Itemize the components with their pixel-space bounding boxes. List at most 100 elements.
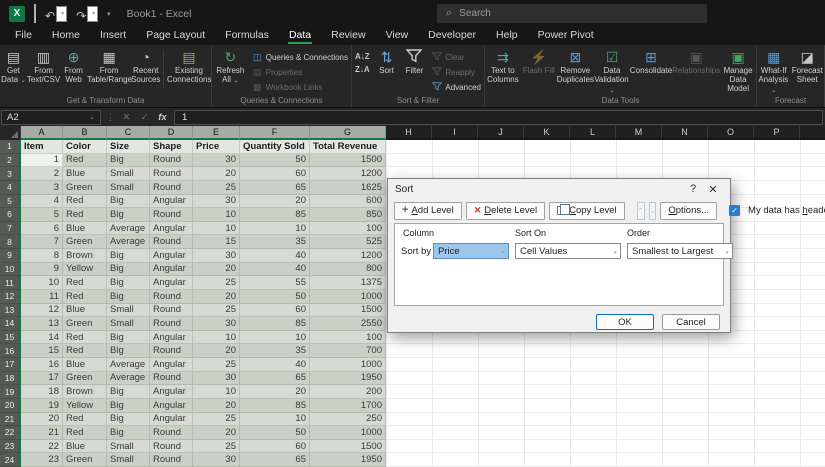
redo-dropdown-icon[interactable]: ▾ — [87, 6, 98, 22]
row-header-11[interactable]: 11 — [0, 276, 21, 290]
cell-A12[interactable]: 11 — [21, 290, 63, 304]
tab-view[interactable]: View — [376, 27, 419, 45]
cell-F23[interactable]: 60 — [240, 440, 310, 454]
tab-page-layout[interactable]: Page Layout — [136, 27, 215, 45]
cell-A10[interactable]: 9 — [21, 263, 63, 277]
cell-C4[interactable]: Small — [107, 181, 150, 195]
cell-B20[interactable]: Yellow — [63, 399, 107, 413]
cell-G7[interactable]: 100 — [310, 222, 386, 236]
empty-cells-area[interactable] — [386, 372, 825, 386]
refresh-all-button[interactable]: ↻Refresh All ⌄ — [212, 47, 249, 95]
cell-A14[interactable]: 13 — [21, 317, 63, 331]
cell-G23[interactable]: 1500 — [310, 440, 386, 454]
cell-D9[interactable]: Angular — [150, 249, 193, 263]
cell-C3[interactable]: Small — [107, 167, 150, 181]
cell-D11[interactable]: Angular — [150, 276, 193, 290]
row-header-10[interactable]: 10 — [0, 263, 21, 277]
cell-D16[interactable]: Round — [150, 344, 193, 358]
cell-A1[interactable]: Item — [21, 140, 63, 154]
cell-B17[interactable]: Blue — [63, 358, 107, 372]
column-header-b[interactable]: B — [63, 126, 107, 140]
cell-D10[interactable]: Angular — [150, 263, 193, 277]
cell-E1[interactable]: Price — [193, 140, 240, 154]
cell-E8[interactable]: 15 — [193, 235, 240, 249]
row-header-7[interactable]: 7 — [0, 222, 21, 236]
cell-A13[interactable]: 12 — [21, 304, 63, 318]
cell-B2[interactable]: Red — [63, 154, 107, 168]
enter-icon[interactable]: ✓ — [138, 112, 151, 123]
search-input[interactable]: ⌕ Search — [437, 4, 707, 23]
cell-C18[interactable]: Average — [107, 372, 150, 386]
row-header-3[interactable]: 3 — [0, 167, 21, 181]
cell-B5[interactable]: Red — [63, 195, 107, 209]
cell-A21[interactable]: 20 — [21, 413, 63, 427]
cell-F14[interactable]: 85 — [240, 317, 310, 331]
cell-G6[interactable]: 850 — [310, 208, 386, 222]
move-up-button[interactable]: ⌃ — [637, 202, 645, 220]
advanced-filter-button[interactable]: Advanced — [428, 80, 484, 95]
cell-E19[interactable]: 10 — [193, 385, 240, 399]
cell-C17[interactable]: Average — [107, 358, 150, 372]
data-validation-button[interactable]: ☑Data Validation ⌄ — [594, 47, 630, 95]
cell-D6[interactable]: Round — [150, 208, 193, 222]
cell-G8[interactable]: 525 — [310, 235, 386, 249]
cell-G4[interactable]: 1625 — [310, 181, 386, 195]
row-header-20[interactable]: 20 — [0, 399, 21, 413]
formula-bar-splitter[interactable]: ⋮ — [106, 112, 115, 123]
cell-C13[interactable]: Small — [107, 304, 150, 318]
cell-G15[interactable]: 100 — [310, 331, 386, 345]
tab-developer[interactable]: Developer — [418, 27, 486, 45]
cell-C15[interactable]: Big — [107, 331, 150, 345]
cell-G18[interactable]: 1950 — [310, 372, 386, 386]
cell-G21[interactable]: 250 — [310, 413, 386, 427]
options-button[interactable]: Options... — [660, 202, 717, 220]
empty-cells-area[interactable] — [386, 140, 825, 154]
cell-F7[interactable]: 10 — [240, 222, 310, 236]
cell-C16[interactable]: Big — [107, 344, 150, 358]
from-table-range-button[interactable]: ▦From Table/Range — [87, 47, 131, 95]
queries-connections-button[interactable]: ◫Queries & Connections — [249, 50, 351, 65]
reapply-filter-button[interactable]: Reapply — [428, 65, 484, 80]
cell-F6[interactable]: 85 — [240, 208, 310, 222]
customize-qat-icon[interactable]: ▾ — [107, 10, 111, 18]
tab-help[interactable]: Help — [486, 27, 528, 45]
row-header-4[interactable]: 4 — [0, 181, 21, 195]
empty-cells-area[interactable] — [386, 453, 825, 467]
my-data-has-headers-label[interactable]: My data has headers — [748, 205, 825, 216]
select-all-corner[interactable] — [0, 126, 21, 140]
cell-B11[interactable]: Red — [63, 276, 107, 290]
empty-cells-area[interactable] — [386, 426, 825, 440]
cell-A17[interactable]: 16 — [21, 358, 63, 372]
cell-D19[interactable]: Angular — [150, 385, 193, 399]
column-header-o[interactable]: O — [708, 126, 754, 140]
cell-E9[interactable]: 30 — [193, 249, 240, 263]
cell-C8[interactable]: Average — [107, 235, 150, 249]
close-icon[interactable]: ✕ — [703, 183, 723, 196]
row-header-13[interactable]: 13 — [0, 304, 21, 318]
cell-B8[interactable]: Green — [63, 235, 107, 249]
remove-duplicates-button[interactable]: ⊠Remove Duplicates — [557, 47, 594, 95]
empty-cells-area[interactable] — [386, 413, 825, 427]
save-button[interactable] — [34, 5, 36, 23]
cell-D4[interactable]: Round — [150, 181, 193, 195]
cell-D23[interactable]: Round — [150, 440, 193, 454]
column-header-l[interactable]: L — [570, 126, 616, 140]
cell-D14[interactable]: Round — [150, 317, 193, 331]
cell-E10[interactable]: 20 — [193, 263, 240, 277]
cell-D12[interactable]: Round — [150, 290, 193, 304]
cell-D21[interactable]: Angular — [150, 413, 193, 427]
cell-G10[interactable]: 800 — [310, 263, 386, 277]
row-header-5[interactable]: 5 — [0, 195, 21, 209]
get-data-button[interactable]: ▤Get Data ⌄ — [0, 47, 27, 95]
empty-cells-area[interactable] — [386, 358, 825, 372]
cell-C23[interactable]: Small — [107, 440, 150, 454]
cell-A7[interactable]: 6 — [21, 222, 63, 236]
cell-G17[interactable]: 1000 — [310, 358, 386, 372]
cell-F21[interactable]: 10 — [240, 413, 310, 427]
cell-E22[interactable]: 20 — [193, 426, 240, 440]
cell-F11[interactable]: 55 — [240, 276, 310, 290]
move-down-button[interactable]: ⌄ — [649, 202, 657, 220]
cell-F19[interactable]: 20 — [240, 385, 310, 399]
tab-review[interactable]: Review — [321, 27, 375, 45]
copy-level-button[interactable]: Copy Level — [549, 202, 625, 220]
